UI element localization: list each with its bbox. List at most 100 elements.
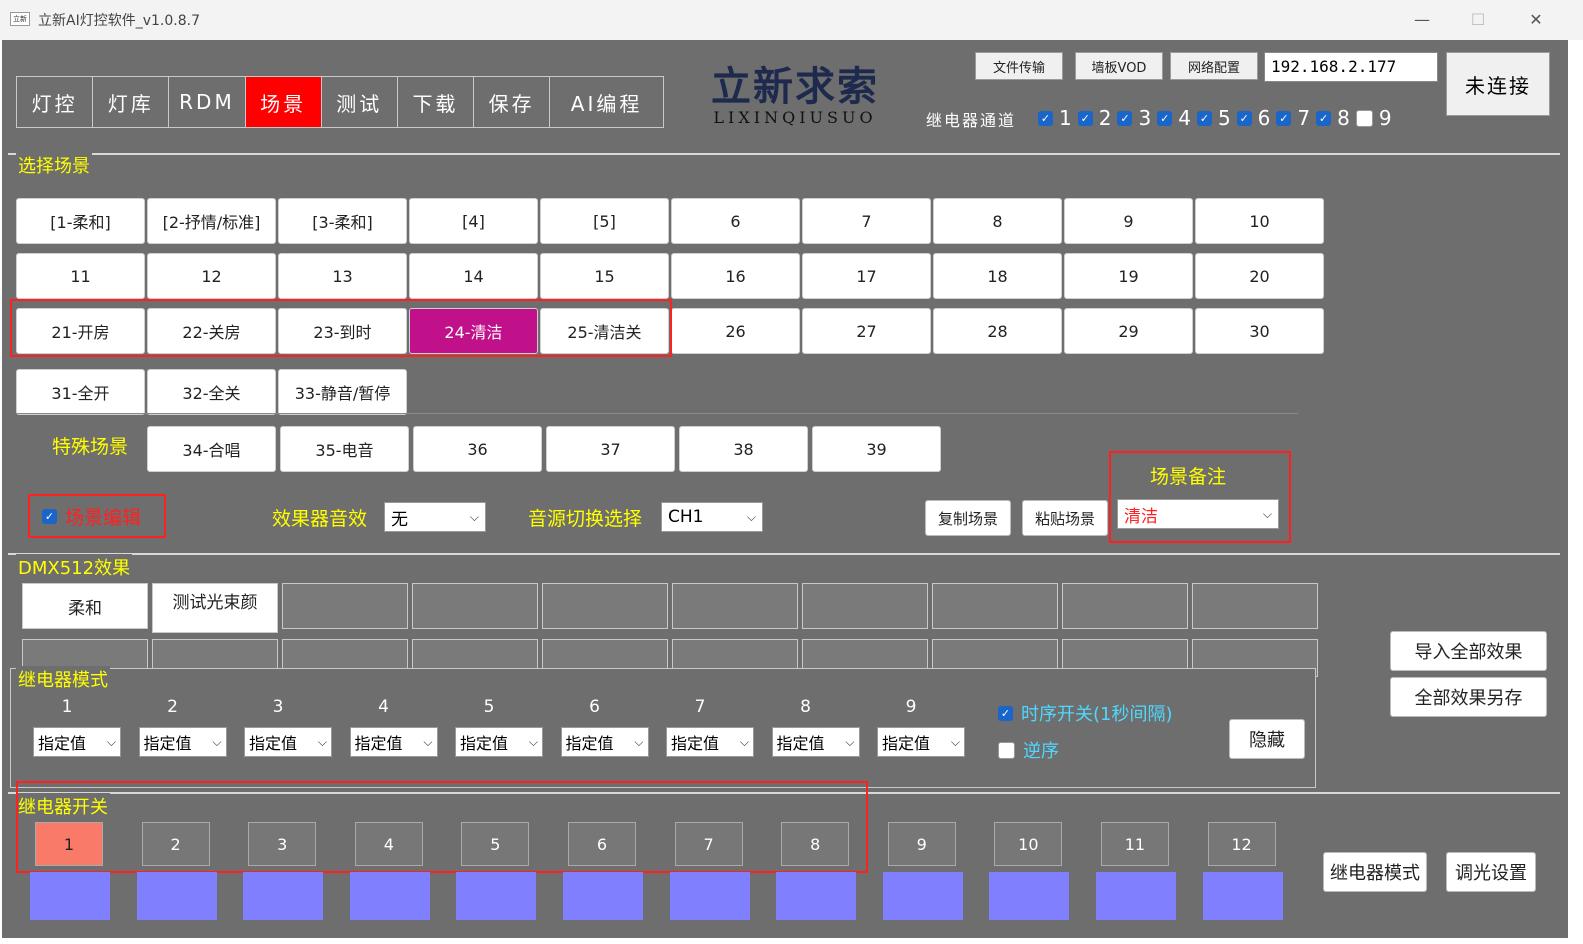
relay-button-11[interactable]: 11	[1100, 822, 1169, 866]
relay-button-5[interactable]: 5	[461, 822, 530, 866]
scene-button-32[interactable]: 32-全关	[147, 369, 276, 415]
file-transfer-button[interactable]: 文件传输	[975, 52, 1063, 80]
ip-address-input[interactable]: 192.168.2.177	[1264, 52, 1438, 82]
scene-edit-toggle[interactable]: ✓ 场景编辑	[28, 494, 166, 538]
scene-button-10[interactable]: 10	[1195, 198, 1324, 244]
network-config-button[interactable]: 网络配置	[1170, 52, 1258, 80]
save-all-effects-as-button[interactable]: 全部效果另存	[1390, 677, 1547, 717]
scene-button-38[interactable]: 38	[679, 426, 808, 472]
relay-button-9[interactable]: 9	[887, 822, 956, 866]
scene-button-12[interactable]: 12	[147, 253, 276, 299]
tab-rdm[interactable]: RDM	[169, 77, 246, 127]
paste-scene-button[interactable]: 粘贴场景	[1022, 500, 1108, 536]
scene-button-34[interactable]: 34-合唱	[147, 426, 276, 472]
relay-button-10[interactable]: 10	[994, 822, 1063, 866]
relay-channel-2-checkbox[interactable]: ✓	[1077, 110, 1093, 126]
dmx-effect-slot[interactable]	[672, 583, 798, 629]
dmx-effect-1[interactable]: 柔和	[22, 583, 148, 629]
relay-button-1[interactable]: 1	[35, 822, 103, 866]
dmx-effect-2[interactable]: 测试光束颜	[152, 583, 278, 633]
relay-button-4[interactable]: 4	[354, 822, 423, 866]
relay-mode-select-4[interactable]: 指定值 ⌵	[349, 727, 438, 757]
tab-lighting[interactable]: 灯控	[17, 77, 94, 127]
timing-switch-toggle[interactable]: ✓ 时序开关(1秒间隔)	[998, 700, 1173, 726]
tab-ai-programming[interactable]: AI编程	[550, 77, 663, 127]
scene-button-20[interactable]: 20	[1195, 253, 1324, 299]
scene-button-36[interactable]: 36	[413, 426, 542, 472]
scene-button-2[interactable]: [2-抒情/标准]	[147, 198, 276, 244]
import-all-effects-button[interactable]: 导入全部效果	[1390, 631, 1547, 671]
timing-switch-checkbox[interactable]: ✓	[998, 705, 1013, 721]
relay-channel-1-checkbox[interactable]: ✓	[1038, 110, 1053, 126]
scene-button-29[interactable]: 29	[1064, 308, 1193, 354]
scene-edit-checkbox[interactable]: ✓	[42, 508, 57, 524]
relay-mode-select-2[interactable]: 指定值 ⌵	[138, 727, 227, 757]
scene-button-16[interactable]: 16	[671, 253, 800, 299]
dmx-effect-slot[interactable]	[1062, 583, 1188, 629]
tab-save[interactable]: 保存	[474, 77, 551, 127]
scene-button-17[interactable]: 17	[802, 253, 931, 299]
scene-button-37[interactable]: 37	[546, 426, 675, 472]
relay-mode-select-3[interactable]: 指定值 ⌵	[244, 727, 332, 757]
scene-button-35[interactable]: 35-电音	[280, 426, 409, 472]
scene-button-9[interactable]: 9	[1064, 198, 1193, 244]
dmx-effect-slot[interactable]	[802, 583, 928, 629]
scene-button-19[interactable]: 19	[1064, 253, 1193, 299]
relay-mode-button[interactable]: 继电器模式	[1323, 852, 1427, 892]
relay-button-3[interactable]: 3	[248, 822, 317, 866]
relay-channel-6-checkbox[interactable]: ✓	[1236, 110, 1252, 126]
relay-channel-5-checkbox[interactable]: ✓	[1196, 110, 1212, 126]
scene-button-11[interactable]: 11	[16, 253, 145, 299]
relay-channel-4-checkbox[interactable]: ✓	[1157, 110, 1173, 126]
scene-button-31[interactable]: 31-全开	[16, 369, 145, 415]
relay-mode-select-5[interactable]: 指定值 ⌵	[455, 727, 543, 757]
scene-button-30[interactable]: 30	[1195, 308, 1324, 354]
relay-button-2[interactable]: 2	[141, 822, 210, 866]
relay-button-7[interactable]: 7	[674, 822, 743, 866]
relay-channel-9-checkbox[interactable]	[1355, 109, 1373, 127]
scene-button-7[interactable]: 7	[802, 198, 931, 244]
relay-channel-3-checkbox[interactable]: ✓	[1117, 110, 1133, 126]
scene-button-27[interactable]: 27	[802, 308, 931, 354]
relay-channel-7-checkbox[interactable]: ✓	[1276, 110, 1292, 126]
dmx-effect-slot[interactable]	[932, 583, 1058, 629]
scene-button-18[interactable]: 18	[933, 253, 1062, 299]
copy-scene-button[interactable]: 复制场景	[925, 500, 1011, 536]
scene-button-26[interactable]: 26	[671, 308, 800, 354]
dmx-effect-slot[interactable]	[1192, 583, 1318, 629]
reverse-order-checkbox[interactable]	[998, 741, 1015, 759]
dimming-settings-button[interactable]: 调光设置	[1446, 852, 1536, 892]
maximize-icon[interactable]: ☐	[1460, 6, 1496, 34]
reverse-order-toggle[interactable]: 逆序	[998, 737, 1059, 763]
scene-button-39[interactable]: 39	[812, 426, 941, 472]
relay-mode-select-7[interactable]: 指定值 ⌵	[666, 727, 754, 757]
tab-download[interactable]: 下载	[398, 77, 475, 127]
relay-button-8[interactable]: 8	[781, 822, 850, 866]
scene-button-15[interactable]: 15	[540, 253, 669, 299]
wall-vod-button[interactable]: 墙板VOD	[1075, 52, 1163, 80]
relay-mode-select-1[interactable]: 指定值 ⌵	[33, 727, 121, 757]
scene-button-8[interactable]: 8	[933, 198, 1062, 244]
scene-button-4[interactable]: [4]	[409, 198, 538, 244]
dmx-effect-slot[interactable]	[282, 583, 408, 629]
tab-test[interactable]: 测试	[322, 77, 398, 127]
scene-button-6[interactable]: 6	[671, 198, 800, 244]
relay-button-6[interactable]: 6	[567, 822, 636, 866]
scene-button-1[interactable]: [1-柔和]	[16, 198, 145, 244]
audio-source-select[interactable]: CH1 ⌵	[661, 502, 763, 532]
close-icon[interactable]: ✕	[1518, 6, 1554, 34]
scene-button-14[interactable]: 14	[409, 253, 538, 299]
relay-channel-8-checkbox[interactable]: ✓	[1316, 110, 1332, 126]
relay-button-12[interactable]: 12	[1207, 822, 1276, 866]
hide-button[interactable]: 隐藏	[1229, 719, 1305, 759]
dmx-effect-slot[interactable]	[412, 583, 538, 629]
relay-mode-select-9[interactable]: 指定值 ⌵	[877, 727, 965, 757]
tab-scene[interactable]: 场景	[245, 77, 322, 127]
minimize-icon[interactable]: —	[1404, 6, 1440, 34]
relay-mode-select-8[interactable]: 指定值 ⌵	[771, 727, 860, 757]
dmx-effect-slot[interactable]	[542, 583, 668, 629]
scene-button-28[interactable]: 28	[933, 308, 1062, 354]
effect-sound-select[interactable]: 无 ⌵	[384, 502, 486, 532]
scene-button-13[interactable]: 13	[278, 253, 407, 299]
scene-button-3[interactable]: [3-柔和]	[278, 198, 407, 244]
